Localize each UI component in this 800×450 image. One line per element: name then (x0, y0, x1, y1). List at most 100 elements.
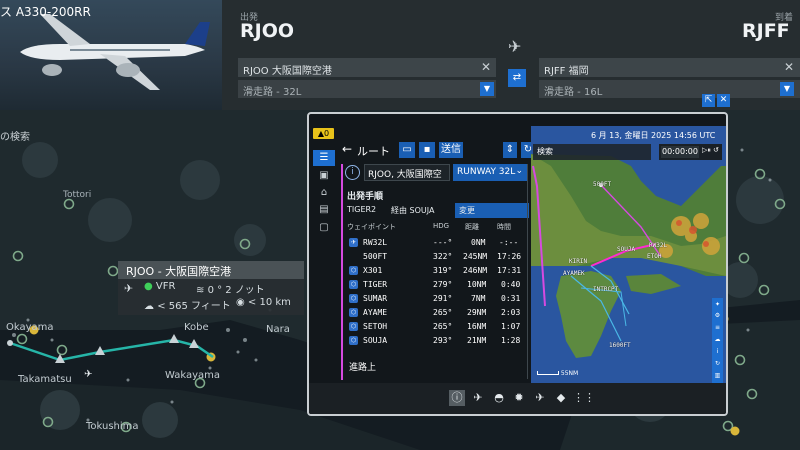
flight-tab-icon[interactable]: ✈ (532, 390, 548, 406)
runway-waypoint-icon: ✈ (349, 238, 358, 247)
runway-select-button[interactable]: RUNWAY 32L ⌄ (453, 164, 527, 181)
city-label-takamatsu: Takamatsu (18, 374, 72, 385)
departure-code: RJOO (240, 20, 295, 42)
arrival-runway-select[interactable]: 滑走路 - 16L ▼ (539, 80, 800, 98)
time-header: 時間 (497, 223, 511, 231)
minimap-toolbar: ✦ ⚙ ≡ ☁ i ↻ ▥ (712, 298, 723, 383)
info-icon[interactable]: i (345, 165, 360, 180)
save-button[interactable]: ▪ (419, 142, 435, 158)
checklist-icon[interactable]: ▢ (313, 220, 335, 236)
reset-time-icon[interactable]: ↺ (713, 146, 719, 154)
collapse-button[interactable]: ⇕ (503, 142, 517, 158)
weather-icon[interactable]: ☁ (712, 335, 723, 345)
waypoint-row[interactable]: ⬡ SUMAR 291° 7NM 0:31 (347, 293, 527, 306)
close-panel-icon[interactable]: ✕ (717, 94, 730, 107)
arrival-runway-value: 滑走路 - 16L (544, 87, 603, 98)
clear-departure-icon[interactable]: ✕ (481, 60, 491, 74)
play-pause-icon[interactable]: ▷⏸ (702, 146, 711, 155)
change-procedure-button[interactable]: 変更 (455, 203, 529, 218)
city-label-okayama: Okayama (6, 322, 54, 333)
waypoint-icon: ⬡ (349, 294, 358, 303)
waypoint-icon: ⬡ (349, 266, 358, 275)
route-title: ルート (357, 145, 390, 158)
info-tab-icon[interactable]: ⓘ (449, 390, 465, 406)
document-icon[interactable]: ▤ (313, 202, 335, 218)
visibility-value: < 10 km (247, 297, 291, 308)
distance-header: 距離 (465, 223, 479, 231)
swap-airports-button[interactable]: ⇄ (508, 69, 526, 87)
folder-icon: ▭ (402, 144, 412, 155)
minimap-label-ayamek: AYAMEK (563, 270, 585, 277)
settings-tab-icon[interactable]: ✹ (511, 390, 527, 406)
popout-icon[interactable]: ⇱ (702, 94, 715, 107)
weight-icon[interactable]: ⌂ (313, 185, 335, 201)
time-control: 00:00:00 ▷⏸ ↺ (659, 144, 722, 160)
city-label-tokushima: Tokushima (86, 421, 139, 432)
minimap-label-1600ft: 1600FT (609, 342, 631, 349)
map-search-label: の検索 (0, 132, 30, 143)
route-header: ← ルート ▭ ▪ 送信 ⇕ ↻ (339, 140, 535, 162)
city-label-tottori: Tottori (63, 190, 92, 200)
panel-bottom-toolbar: ⓘ ✈ ◓ ✹ ✈ ◆ ⋮⋮ (309, 383, 726, 414)
origin-field[interactable]: RJOO, 大阪国際空 (364, 164, 450, 181)
back-arrow-icon[interactable]: ← (342, 142, 352, 156)
send-button[interactable]: 送信 (439, 142, 463, 158)
chevron-down-icon[interactable]: ▼ (480, 82, 494, 96)
tag-tab-icon[interactable]: ◆ (553, 390, 569, 406)
procedure-name: TIGER2 (347, 205, 377, 214)
minimap-search-input[interactable]: 検索 (533, 144, 651, 160)
airport-card-title[interactable]: RJOO - 大阪国際空港 (118, 261, 304, 279)
waypoint-row[interactable]: ⬡ X301 319° 246NM 17:31 (347, 265, 527, 278)
apps-grid-icon[interactable]: ⋮⋮ (573, 390, 595, 406)
minimap-label-rw32l: RW32L (649, 242, 668, 249)
departure-runway-select[interactable]: 滑走路 - 32L ▼ (238, 80, 496, 98)
waypoint-header: ウェイポイント (347, 223, 396, 231)
vfr-dot-icon: ● (144, 281, 153, 292)
hdg-header: HDG (433, 222, 450, 230)
waypoint-row[interactable]: ✈ RW32L ---° 0NM -:-- (347, 237, 527, 250)
route-progress-bar (341, 164, 343, 380)
waypoint-row[interactable]: ⬡ AYAME 265° 29NM 2:03 (347, 307, 527, 320)
wind-value: 0 ° 2 ノット (207, 285, 265, 296)
waypoint-icon: ⬡ (349, 308, 358, 317)
waypoint-row[interactable]: 500FT 322° 245NM 17:26 (347, 251, 527, 264)
pilot-tab-icon[interactable]: ◓ (491, 390, 507, 406)
route-panel: ▲0 ☰ ▣ ⌂ ▤ ▢ ← ルート ▭ ▪ 送信 ⇕ ↻ i RJOO, 大阪… (307, 112, 728, 416)
open-folder-button[interactable]: ▭ (399, 142, 415, 158)
flight-plan-bar: ス A330-200RR 出発 RJOO RJOO 大阪国際空港 ✕ 滑走路 -… (0, 0, 800, 110)
clear-arrival-icon[interactable]: ✕ (784, 60, 794, 74)
arrival-code: RJFF (742, 20, 790, 42)
map-scale: 55NM (537, 370, 578, 377)
minimap-label-kirin: KIRIN (569, 258, 588, 265)
departure-airport-value: RJOO 大阪国際空港 (243, 66, 332, 77)
chevron-down-icon[interactable]: ▼ (780, 82, 794, 96)
list-scrollbar[interactable] (527, 164, 528, 379)
enroute-title: 進路上 (349, 363, 377, 373)
origin-row: i RJOO, 大阪国際空 RUNWAY 32L ⌄ (345, 164, 527, 181)
waypoint-icon: ⬡ (349, 280, 358, 289)
layers-icon[interactable]: ≡ (712, 323, 723, 333)
refresh-icon[interactable]: ↻ (712, 359, 723, 369)
clipboard-icon[interactable]: ▣ (313, 168, 335, 184)
arrival-airport-field[interactable]: RJFF 福岡 ✕ (539, 58, 800, 77)
waypoint-row[interactable]: ⬡ TIGER 279° 10NM 0:40 (347, 279, 527, 292)
svg-text:✈: ✈ (84, 369, 92, 380)
arrival-airport-value: RJFF 福岡 (544, 66, 589, 77)
waypoint-row[interactable]: ⬡ SOUJA 293° 21NM 1:28 (347, 335, 527, 348)
departure-procedure-title: 出発手順 (347, 192, 384, 202)
chart-icon[interactable]: ▥ (712, 371, 723, 381)
waypoint-row[interactable]: ⬡ SETOH 265° 16NM 1:07 (347, 321, 527, 334)
route-settings-icon[interactable]: ☰ (313, 150, 335, 166)
departure-runway-value: 滑走路 - 32L (243, 87, 302, 98)
minimap-label-intrcpt: INTRCPT (593, 286, 619, 293)
departure-airport-field[interactable]: RJOO 大阪国際空港 ✕ (238, 58, 496, 77)
route-icon[interactable]: ✦ (712, 300, 723, 310)
route-minimap[interactable]: 500FT RW32L SOUJA ETOH INTRCPT AYAMEK 16… (531, 126, 726, 383)
minimap-label-souja: SOUJA (617, 246, 636, 253)
notification-badge[interactable]: ▲0 (313, 128, 334, 139)
info-icon[interactable]: i (712, 347, 723, 357)
waypoint-icon: ⬡ (349, 336, 358, 345)
time-value[interactable]: 00:00:00 (661, 146, 699, 158)
airplane-tab-icon[interactable]: ✈ (470, 390, 486, 406)
filter-icon[interactable]: ⚙ (712, 311, 723, 321)
